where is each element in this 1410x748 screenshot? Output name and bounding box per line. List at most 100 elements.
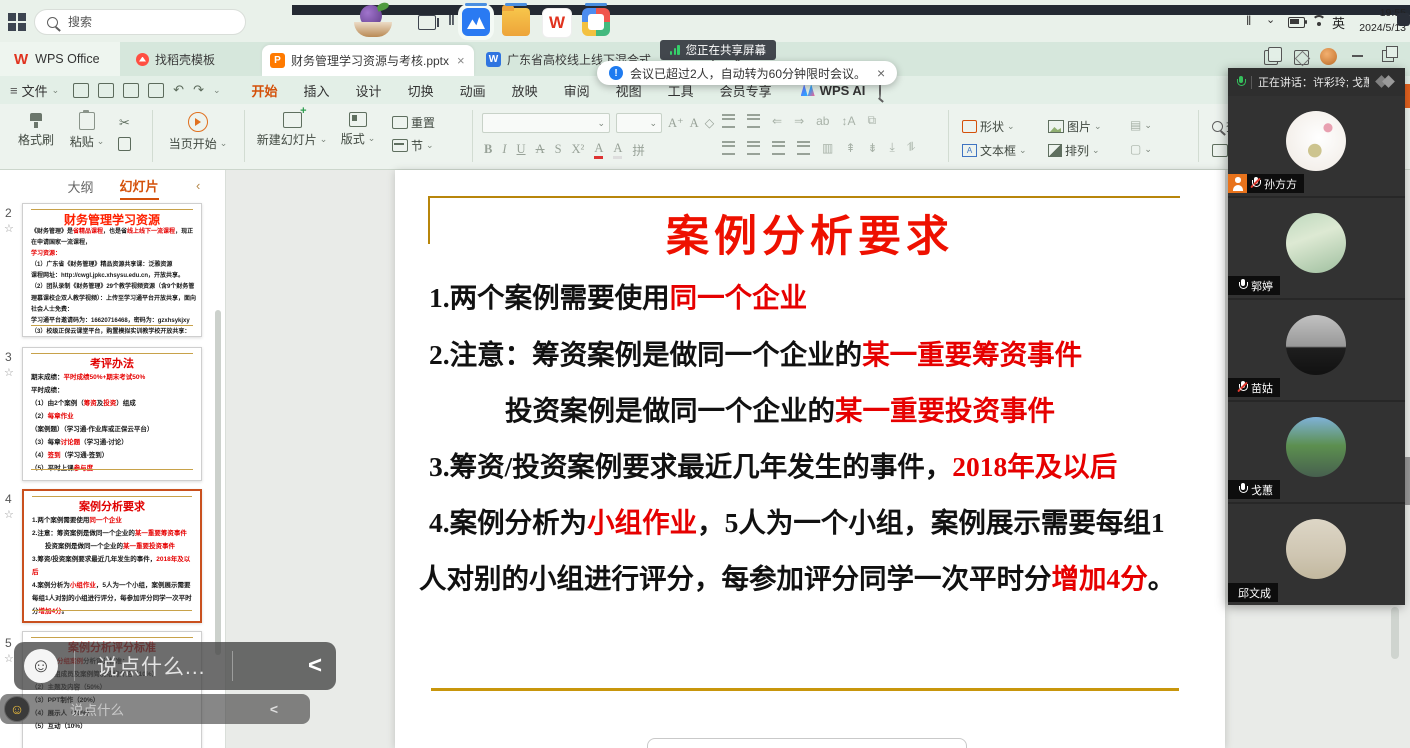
- print-icon[interactable]: [123, 83, 139, 98]
- text-direction-icon[interactable]: ab: [816, 114, 829, 128]
- tab-outline[interactable]: 大纲: [67, 177, 93, 199]
- account-avatar[interactable]: [1320, 48, 1337, 65]
- battery-icon[interactable]: [1288, 17, 1305, 28]
- align-center-icon[interactable]: [747, 141, 760, 155]
- section-button[interactable]: 节⌄: [392, 137, 434, 154]
- decrease-indent-icon[interactable]: ⇐: [772, 114, 782, 128]
- highlight-button[interactable]: A: [613, 141, 622, 159]
- align-left-icon[interactable]: [722, 141, 735, 155]
- slide-thumbnail-3[interactable]: 考评办法 期末成绩：平时成绩50%+期末考试50% 平时成绩： （1）由2个案例…: [22, 347, 202, 481]
- layers-icon[interactable]: [1264, 50, 1278, 65]
- convert-smartart-icon[interactable]: ⧉: [868, 113, 877, 128]
- vertical-align-icon[interactable]: ⤓: [889, 140, 894, 155]
- format-painter-button[interactable]: 格式刷: [10, 112, 62, 148]
- danmaku-input-bar-small[interactable]: ☺ 说点什么 <: [0, 694, 310, 724]
- star-icon[interactable]: ☆: [4, 366, 14, 379]
- panel-collapse-icon[interactable]: ‹: [196, 178, 200, 193]
- minimize-icon[interactable]: [1352, 55, 1363, 57]
- increase-indent-icon[interactable]: ⇒: [794, 114, 804, 128]
- star-icon[interactable]: ☆: [4, 652, 14, 665]
- para-spacing-down-icon[interactable]: ⇟: [867, 141, 877, 155]
- arrange-button[interactable]: 排列⌄: [1048, 142, 1100, 159]
- close-icon[interactable]: ×: [877, 65, 885, 81]
- emoji-icon[interactable]: ☺: [4, 696, 30, 722]
- numbered-list-icon[interactable]: [747, 114, 760, 128]
- increase-font-icon[interactable]: A⁺: [668, 115, 684, 131]
- menu-item-animation[interactable]: 动画: [447, 77, 499, 104]
- settings-box-icon[interactable]: [1294, 50, 1309, 65]
- strikethrough-button[interactable]: A: [536, 142, 545, 157]
- save-icon[interactable]: [73, 83, 89, 98]
- tab-close-icon[interactable]: ×: [457, 53, 465, 68]
- danmaku-input-bar[interactable]: ☺ 说点什么... <: [14, 642, 336, 690]
- output-icon[interactable]: [98, 83, 114, 98]
- textbox-button[interactable]: A 文本框⌄: [962, 142, 1027, 159]
- collapse-chat-icon[interactable]: <: [308, 652, 322, 680]
- participant-tile[interactable]: 郭婷: [1228, 198, 1405, 300]
- quick-access-chevron-icon[interactable]: ⌄: [213, 85, 221, 96]
- menu-item-insert[interactable]: 插入: [291, 77, 343, 104]
- windows-start-icon[interactable]: [8, 13, 26, 31]
- collapse-chat-icon[interactable]: <: [270, 701, 278, 717]
- taskbar-meeting-app-icon[interactable]: [462, 8, 490, 36]
- slide-canvas[interactable]: 案例分析要求 1.两个案例需要使用同一个企业 2.注意：筹资案例是做同一个企业的…: [395, 170, 1225, 748]
- bold-button[interactable]: B: [484, 142, 492, 157]
- bullet-list-icon[interactable]: [722, 114, 735, 128]
- font-name-select[interactable]: ⌄: [482, 113, 610, 133]
- tray-bars-icon[interactable]: ‖: [1246, 13, 1251, 28]
- decrease-font-icon[interactable]: A: [690, 116, 699, 131]
- cut-icon[interactable]: ✂: [119, 115, 130, 131]
- taskbar-editor-app-icon[interactable]: [582, 8, 610, 36]
- font-size-select[interactable]: ⌄: [616, 113, 662, 133]
- slide-thumbnail-2[interactable]: 财务管理学习资源 《财务管理》是省精品课程，也是省线上线下一流课程，现正在申请国…: [22, 203, 202, 337]
- wifi-icon[interactable]: [1312, 15, 1326, 26]
- reset-button[interactable]: 重置: [392, 114, 435, 131]
- taskbar-search[interactable]: [34, 9, 246, 35]
- italic-button[interactable]: I: [502, 142, 506, 157]
- participant-tile[interactable]: 邱文成: [1228, 504, 1405, 605]
- picture-button[interactable]: 图片⌄: [1048, 118, 1102, 135]
- star-icon[interactable]: ☆: [4, 508, 14, 521]
- start-from-page-button[interactable]: 当页开始⌄: [162, 112, 234, 152]
- superscript-button[interactable]: X²: [572, 142, 585, 157]
- notification-center-icon[interactable]: [1397, 13, 1410, 26]
- columns-icon[interactable]: ▥: [822, 141, 833, 155]
- new-slide-button[interactable]: 新建幻灯片⌄: [254, 112, 330, 148]
- input-language-indicator[interactable]: 英: [1332, 13, 1345, 32]
- distribute-icon[interactable]: ⥮: [907, 140, 916, 155]
- copy-icon[interactable]: [118, 137, 131, 151]
- menu-item-start[interactable]: 开始: [239, 77, 291, 104]
- media-button[interactable]: ▢⌄: [1130, 142, 1152, 156]
- menu-item-slideshow[interactable]: 放映: [499, 77, 551, 104]
- taskbar-file-explorer-icon[interactable]: [502, 8, 530, 36]
- slide-thumbnail-4-selected[interactable]: 案例分析要求 1.两个案例需要使用同一个企业 2.注意：筹资案例是做同一个企业的…: [22, 489, 202, 623]
- tab-slides[interactable]: 幻灯片: [120, 176, 159, 200]
- menu-item-design[interactable]: 设计: [343, 77, 395, 104]
- snip-tool-icon[interactable]: [418, 15, 436, 30]
- shapes-button[interactable]: 形状⌄: [962, 118, 1015, 135]
- tab-active-presentation[interactable]: P 财务管理学习资源与考核.pptx ×: [262, 45, 474, 76]
- redo-icon[interactable]: ↷: [193, 82, 204, 98]
- tab-wps-home[interactable]: W WPS Office: [0, 42, 120, 76]
- align-right-icon[interactable]: [772, 141, 785, 155]
- chart-button[interactable]: ▤⌄: [1130, 118, 1152, 132]
- participant-tile[interactable]: 孙方方: [1228, 96, 1405, 198]
- menu-item-transition[interactable]: 切换: [395, 77, 447, 104]
- right-scrollbar[interactable]: [1391, 607, 1399, 659]
- justify-icon[interactable]: [797, 141, 810, 155]
- clear-format-icon[interactable]: ◇: [705, 115, 715, 131]
- menu-file[interactable]: ≡ 文件 ⌄: [10, 81, 59, 100]
- restore-window-icon[interactable]: [1382, 50, 1394, 62]
- font-color-button[interactable]: A: [594, 141, 603, 159]
- search-input[interactable]: [66, 14, 220, 30]
- emoji-icon[interactable]: ☺: [24, 649, 58, 683]
- underline-button[interactable]: U: [517, 142, 526, 157]
- para-spacing-up-icon[interactable]: ⇞: [845, 141, 855, 155]
- line-spacing-icon[interactable]: ↕A: [841, 114, 855, 128]
- paste-button[interactable]: 粘贴⌄: [64, 112, 110, 150]
- star-icon[interactable]: ☆: [4, 222, 14, 235]
- print-preview-icon[interactable]: [148, 83, 164, 98]
- fruit-bowl-widget-icon[interactable]: [352, 3, 394, 40]
- shadow-button[interactable]: S: [555, 142, 562, 157]
- participant-tile[interactable]: 戈蕙: [1228, 402, 1405, 504]
